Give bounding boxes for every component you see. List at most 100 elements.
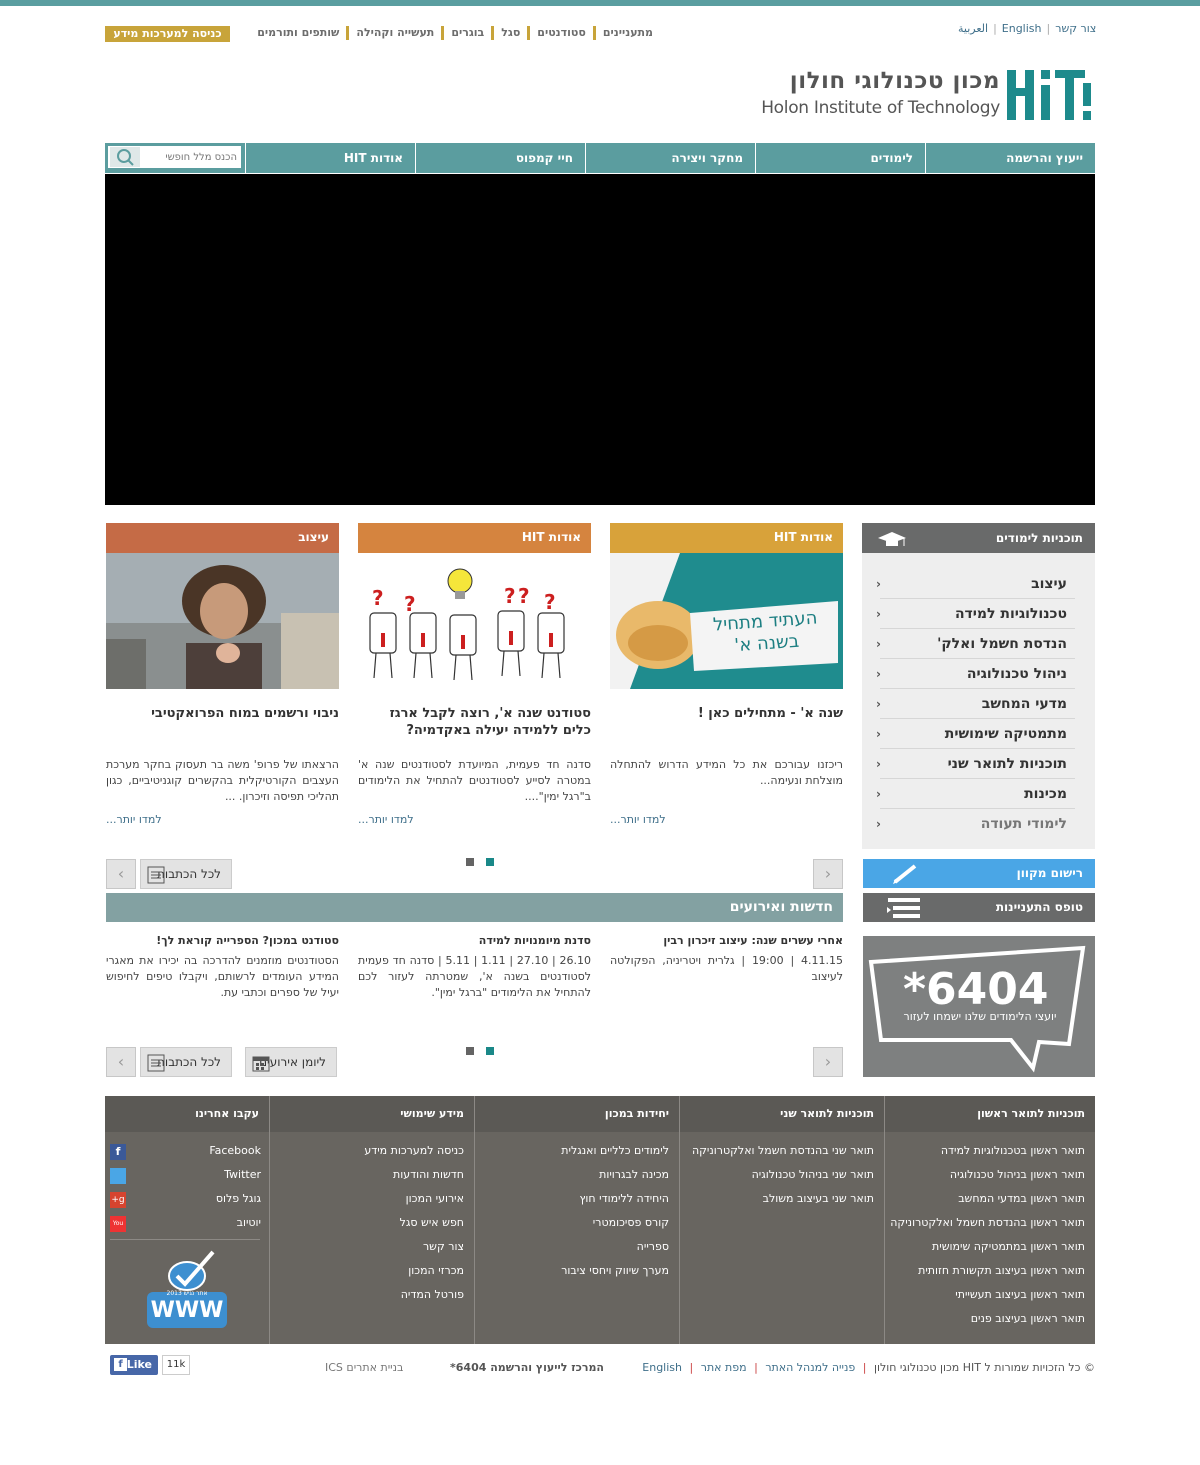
program-item-tech-management[interactable]: ניהול טכנולוגיה ‹ [876,659,1075,689]
footer-link[interactable]: תואר ראשון בטכנולוגיות למידה [885,1144,1085,1168]
next-arrow-icon[interactable]: › [813,1047,843,1077]
footer-link[interactable]: תואר ראשון בעיצוב תקשורת חזותית [885,1264,1085,1288]
audience-link-partners[interactable]: שותפים ותורמים [250,26,346,40]
arabic-link[interactable]: العربية [958,22,988,35]
english-link[interactable]: English [642,1361,682,1374]
nav-admissions[interactable]: ייעוץ והרשמה [925,143,1095,173]
next-arrow-icon[interactable]: › [813,859,843,889]
youtube-link[interactable]: יוטיוב [105,1216,261,1240]
card-more-link[interactable]: למדו יותר... [610,813,843,826]
footer-link[interactable]: תואר ראשון במדעי המחשב [885,1192,1085,1216]
logo-english-name: Holon Institute of Technology [761,98,1000,118]
events-calendar-button[interactable]: ליומן אירועים [245,1047,337,1077]
nav-studies[interactable]: לימודים [755,143,925,173]
hero-video[interactable] [105,174,1095,505]
audience-link-students[interactable]: סטודנטים [527,26,593,40]
program-item-preparatory[interactable]: מכינות ‹ [876,779,1075,809]
site-credit[interactable]: בניית אתרים ICS [325,1361,403,1374]
nav-about[interactable]: אודות HIT [245,143,415,173]
english-link[interactable]: English [1002,22,1042,35]
contact-admin-link[interactable]: פנייה למנהל האתר [765,1361,855,1374]
news-item[interactable]: סטודנט במכון? הספרייה קוראת לך! הסטודנטי… [106,934,339,1001]
card-more-link[interactable]: למדו יותר... [358,813,591,826]
all-articles-button[interactable]: לכל הכתבות [140,1047,232,1077]
footer-link[interactable]: אירועי המכון [270,1192,464,1216]
news-item[interactable]: סדנת מיומנויות למידה 26.10 | 27.10 | 1.1… [358,934,591,1001]
footer-link[interactable]: תואר ראשון בהנדסת חשמל ואלקטרוניקה [885,1216,1085,1240]
news-item-title[interactable]: אחרי עשרים שנה: עיצוב זיכרון רבין [610,934,843,947]
card-title[interactable]: ניבוי ורשמים במוח הפרואקטיבי [106,705,339,745]
google-plus-icon[interactable]: g+ [110,1192,126,1208]
google-plus-link[interactable]: גוגל פלוס [105,1192,261,1216]
search-icon[interactable] [110,147,140,167]
bottom-bar: © כל הזכויות שמורות ל HIT מכון טכנולוגי … [105,1355,1095,1380]
program-item-certificate[interactable]: לימודי תעודה ‹ [876,809,1075,839]
nav-campus-life[interactable]: חיי קמפוס [415,143,585,173]
footer-link[interactable]: קורס פסיכומטרי [475,1216,669,1240]
nav-research[interactable]: מחקר ויצירה [585,143,755,173]
footer-link[interactable]: צור קשר [270,1240,464,1264]
card-more-link[interactable]: למדו יותר... [106,813,339,826]
footer-link[interactable]: מערך שיווק ויחסי ציבור [475,1264,669,1288]
footer-link[interactable]: מכרזי המכון [270,1264,464,1288]
audience-link-prospects[interactable]: מתעניינים [592,26,660,40]
pager-dot[interactable] [466,858,474,866]
program-item-computer-science[interactable]: מדעי המחשב ‹ [876,689,1075,719]
feature-card-toolbox[interactable]: אודות HIT ????? סטודנט שנה א', רוצה לקבל… [358,523,591,826]
program-item-learning-tech[interactable]: טכנולוגיות למידה ‹ [876,599,1075,629]
program-item-electrical-eng[interactable]: הנדסת חשמל ואלק' ‹ [876,629,1075,659]
pager-dot-active[interactable] [486,1047,494,1055]
contact-link[interactable]: צור קשר [1055,22,1096,35]
footer-link[interactable]: היחידה ללימודי חוץ [475,1192,670,1216]
online-registration-button[interactable]: רישום מקוון ..... [863,859,1095,888]
footer-link[interactable]: חפש איש סגל [270,1216,464,1240]
phone-caption: יועצי הלימודים שלנו ישמחו לעזור [903,1010,1057,1023]
footer-link[interactable]: פורטל המדיה [270,1288,464,1312]
audience-link-industry[interactable]: תעשייה וקהילה [346,26,441,40]
news-item-title[interactable]: סטודנט במכון? הספרייה קוראת לך! [106,934,339,947]
audience-link-alumni[interactable]: בוגרים [441,26,491,40]
accessibility-badge[interactable]: אתר נגיש 2013 WWW [143,1246,227,1330]
footer-link[interactable]: תואר שני בהנדסת חשמל ואלקטרוניקה [680,1144,874,1168]
feature-card-proactive-brain[interactable]: עיצוב ניבוי ורשמים במוח הפרואקטיבי הרצאת… [106,523,339,826]
card-title[interactable]: סטודנט שנה א', רוצה לקבל ארגז כלים ללמיד… [358,705,591,745]
program-item-design[interactable]: עיצוב ‹ [876,569,1075,599]
prev-arrow-icon[interactable]: ‹ [106,859,136,889]
news-item[interactable]: אחרי עשרים שנה: עיצוב זיכרון רבין 4.11.1… [610,934,843,985]
sitemap-link[interactable]: מפת אתר [701,1361,747,1374]
facebook-link[interactable]: Facebook [105,1144,261,1168]
facebook-like-button[interactable]: f Like [110,1355,158,1375]
twitter-icon[interactable] [110,1168,126,1184]
feature-card-first-year[interactable]: אודות HIT העתיד מתחיל בשנה א' שנה א' - מ… [610,523,843,826]
prev-arrow-icon[interactable]: ‹ [106,1047,136,1077]
facebook-icon[interactable]: f [110,1144,126,1160]
chevron-left-icon: ‹ [876,697,881,711]
all-articles-button[interactable]: לכל הכתבות [140,859,232,889]
footer-link[interactable]: מכינה לבגרויות [475,1168,669,1192]
program-item-masters[interactable]: תוכניות לתואר שני ‹ [876,749,1075,779]
twitter-link[interactable]: Twitter [105,1168,261,1192]
footer-link[interactable]: תואר ראשון בעיצוב תעשייתי [885,1288,1085,1312]
footer-link[interactable]: תואר ראשון בניהול טכנולוגיה [885,1168,1085,1192]
audience-link-staff[interactable]: סגל [491,26,527,40]
program-item-applied-math[interactable]: מתמטיקה שימושית ‹ [876,719,1075,749]
pager-dot-active[interactable] [486,858,494,866]
interest-form-button[interactable]: טופס התעניינות [863,893,1095,922]
pager-dot[interactable] [466,1047,474,1055]
footer-link[interactable]: תואר ראשון במתמטיקה שימושית [885,1240,1085,1264]
footer-link[interactable]: תואר שני בניהול טכנולוגיה [680,1168,874,1192]
youtube-icon[interactable]: You [110,1216,126,1232]
footer-link[interactable]: כניסה למערכות מידע [270,1144,464,1168]
footer-link[interactable]: תואר שני בעיצוב משולב [680,1192,874,1216]
footer-link[interactable]: לימודים כלליים ואנגלית [475,1144,669,1168]
footer-link[interactable]: חדשות והודעות [270,1168,464,1192]
news-item-title[interactable]: סדנת מיומנויות למידה [358,934,591,947]
search-input[interactable] [142,147,237,167]
card-title[interactable]: שנה א' - מתחילים כאן ! [610,705,843,745]
document-list-icon [147,866,165,884]
info-systems-button[interactable]: כניסה למערכות מידע [105,26,230,42]
site-logo[interactable]: מכון טכנולוגי חולון Holon Institute of T… [761,58,1095,124]
phone-promo[interactable]: *6404 יועצי הלימודים שלנו ישמחו לעזור [863,936,1095,1077]
footer-link[interactable]: תואר ראשון בעיצוב פנים [885,1312,1085,1336]
footer-link[interactable]: ספרייה [475,1240,669,1264]
